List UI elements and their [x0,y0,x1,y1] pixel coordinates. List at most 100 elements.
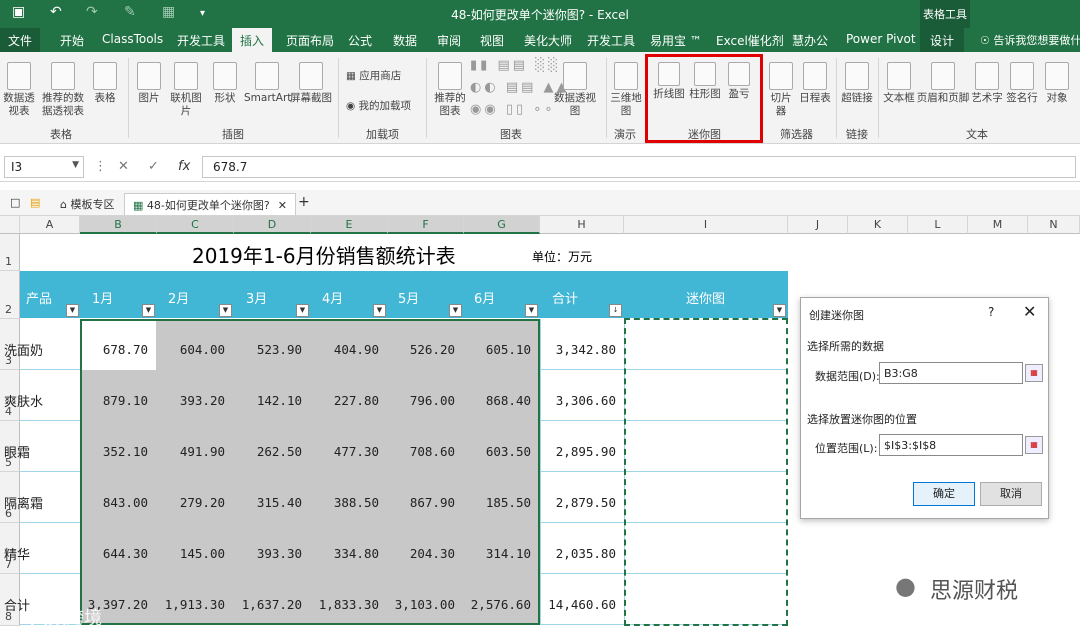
column-header[interactable]: E [311,216,388,234]
cell-value[interactable]: 262.50 [236,444,302,459]
cell-value[interactable]: 393.20 [159,393,225,408]
smartart-button[interactable]: SmartArt [244,62,291,105]
cell-value[interactable]: 867.90 [389,495,455,510]
data-range-input[interactable]: B3:G8 [879,362,1023,384]
cell-value[interactable]: 1,833.30 [313,597,379,612]
location-range-input[interactable]: $I$3:$I$8 [879,434,1023,456]
column-header[interactable]: D [234,216,311,234]
chart-types-gallery[interactable]: ▮▮ ▤▤ ░░ [470,58,561,73]
help-icon[interactable]: ? [988,305,994,319]
timeline-button[interactable]: 日程表 [798,62,832,105]
cancel-icon[interactable]: ✕ [118,159,129,174]
cell-value[interactable]: 334.80 [313,546,379,561]
column-header[interactable]: K [848,216,908,234]
cell-value[interactable]: 491.90 [159,444,225,459]
tab-file[interactable]: 文件 [0,28,40,52]
close-tab-icon[interactable]: ✕ [278,199,287,212]
column-header[interactable]: F [388,216,464,234]
filter-button[interactable]: ▼ [525,304,538,317]
tab-huibangong[interactable]: 慧办公 [792,32,828,49]
tab-yiyongbao[interactable]: 易用宝 ™ [650,32,702,49]
online-pictures-button[interactable]: 联机图片 [166,62,206,118]
cell-value[interactable]: 404.90 [313,342,379,357]
new-tab-icon[interactable]: + [290,191,318,213]
filter-button[interactable]: ▼ [219,304,232,317]
slicer-button[interactable]: 切片器 [766,62,796,118]
cell-value[interactable]: 279.20 [159,495,225,510]
tab-developer-2[interactable]: 开发工具 [587,32,635,49]
cell-value[interactable]: 3,103.00 [389,597,455,612]
folder-icon[interactable]: ▤ [22,193,48,215]
wordart-button[interactable]: 艺术字 [970,62,1004,105]
pictures-button[interactable]: 图片 [134,62,164,105]
cell-value[interactable]: 1,913.30 [159,597,225,612]
tab-power-pivot[interactable]: Power Pivot [846,32,916,46]
select-all-corner[interactable] [0,216,20,234]
cancel-button[interactable]: 取消 [980,482,1042,506]
tab-classtools[interactable]: ClassTools [102,32,163,46]
filter-button[interactable]: ▼ [773,304,786,317]
screenshot-button[interactable]: 屏幕截图 [290,62,332,105]
cell-total[interactable]: 2,879.50 [540,495,616,510]
column-header[interactable]: G [464,216,540,234]
chart-types-gallery-3[interactable]: ◉◉ ▯▯ ∘∘ [470,102,556,117]
shapes-button[interactable]: 形状 [210,62,240,105]
filter-button[interactable]: ▼ [449,304,462,317]
tab-view[interactable]: 视图 [480,32,504,49]
filter-button[interactable]: ▼ [142,304,155,317]
column-header[interactable]: C [157,216,234,234]
cell-total[interactable]: 2,895.90 [540,444,616,459]
cell-product[interactable]: 洗面奶 [4,340,43,359]
column-header[interactable]: H [540,216,624,234]
doc-tab-current[interactable]: ▦ 48-如何更改单个迷你图? ✕ [124,193,296,215]
cell-value[interactable]: 185.50 [465,495,531,510]
cell-value[interactable]: 314.10 [465,546,531,561]
cell-product[interactable]: 精华 [4,544,30,563]
store-button[interactable]: ▦ 应用商店 [346,68,401,83]
3d-map-button[interactable]: 三维地图 [610,62,642,118]
tab-home[interactable]: 开始 [60,32,84,49]
cell-total[interactable]: 2,035.80 [540,546,616,561]
cell-value[interactable]: 145.00 [159,546,225,561]
cell-total[interactable]: 3,342.80 [540,342,616,357]
cell-value[interactable]: 393.30 [236,546,302,561]
column-header[interactable]: B [80,216,157,234]
cell-value[interactable]: 315.40 [236,495,302,510]
row-header[interactable]: 2 [0,271,20,319]
header-footer-button[interactable]: 页眉和页脚 [916,62,970,105]
tab-formulas[interactable]: 公式 [348,32,372,49]
cell-value[interactable]: 644.30 [82,546,148,561]
cell-value[interactable]: 526.20 [389,342,455,357]
doc-tab-templates[interactable]: ⌂ 模板专区 [52,193,122,215]
cell-product[interactable]: 爽肤水 [4,391,43,410]
tab-developer[interactable]: 开发工具 [177,32,225,49]
cell-value[interactable]: 796.00 [389,393,455,408]
sort-button[interactable]: ↓ [609,304,622,317]
cell-value[interactable]: 204.30 [389,546,455,561]
tab-excel-catalyst[interactable]: Excel催化剂 [716,32,784,49]
cell-value[interactable]: 2,576.60 [465,597,531,612]
filter-button[interactable]: ▼ [296,304,309,317]
pivot-table-button[interactable]: 数据透视表 [2,62,36,118]
object-button[interactable]: 对象 [1042,62,1072,105]
close-icon[interactable]: ✕ [1023,302,1036,321]
recommended-charts-button[interactable]: 推荐的图表 [432,62,468,118]
column-header[interactable]: I [624,216,788,234]
column-header[interactable]: A [20,216,80,234]
enter-icon[interactable]: ✓ [148,159,159,174]
cell-value[interactable]: 352.10 [82,444,148,459]
tab-beautify[interactable]: 美化大师 [524,32,572,49]
cell-value[interactable]: 879.10 [82,393,148,408]
row-header[interactable]: 1 [0,234,20,271]
recommended-pivot-button[interactable]: 推荐的数据透视表 [38,62,88,118]
column-header[interactable]: L [908,216,968,234]
cell-value[interactable]: 603.50 [465,444,531,459]
cell-product[interactable]: 隔离霜 [4,493,43,512]
cell-value[interactable]: 678.70 [82,342,148,357]
cell-value[interactable]: 477.30 [313,444,379,459]
textbox-button[interactable]: 文本框 [882,62,916,105]
cell-value[interactable]: 708.60 [389,444,455,459]
chevron-down-icon[interactable]: ▼ [72,160,79,170]
cell-value[interactable]: 523.90 [236,342,302,357]
ok-button[interactable]: 确定 [913,482,975,506]
